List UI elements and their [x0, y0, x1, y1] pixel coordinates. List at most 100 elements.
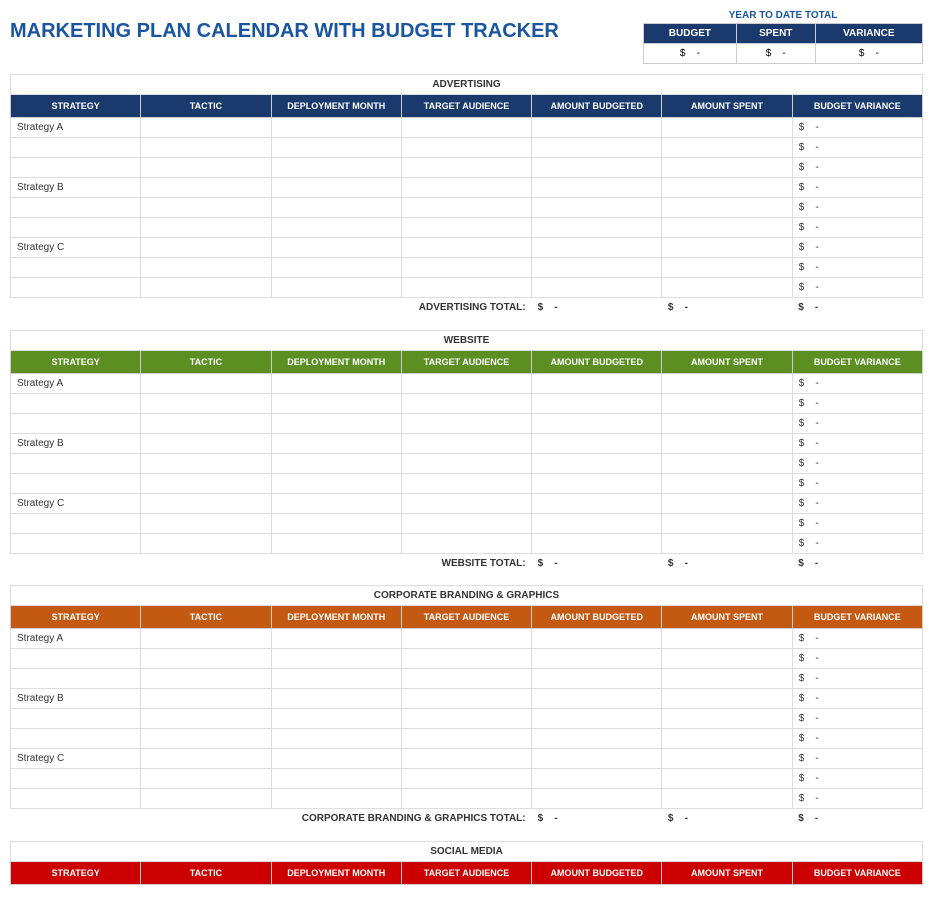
adv-col-spent: AMOUNT SPENT: [662, 95, 792, 118]
advertising-section: ADVERTISING STRATEGY TACTIC DEPLOYMENT M…: [10, 74, 923, 318]
adv-strategyA-row3-strategy[interactable]: [11, 158, 141, 178]
corp-total-label: CORPORATE BRANDING & GRAPHICS TOTAL:: [11, 809, 532, 829]
adv-strategyA-row3-budgeted[interactable]: [532, 158, 662, 178]
adv-strategyC-row3-deployment[interactable]: [271, 278, 401, 298]
table-row: $ -: [11, 729, 923, 749]
adv-strategyC-row3-variance: $ -: [792, 278, 922, 298]
table-row: $ -: [11, 393, 923, 413]
adv-strategyB-row3-strategy[interactable]: [11, 218, 141, 238]
adv-strategyB-row2-spent[interactable]: [662, 198, 792, 218]
web-col-spent: AMOUNT SPENT: [662, 350, 792, 373]
page-title: MARKETING PLAN CALENDAR WITH BUDGET TRAC…: [10, 10, 559, 43]
adv-strategyB-row3-variance: $ -: [792, 218, 922, 238]
table-row: $ -: [11, 709, 923, 729]
table-row: Strategy B $ -: [11, 689, 923, 709]
adv-strategyC-row3-spent[interactable]: [662, 278, 792, 298]
adv-strategyA-row1-strategy: Strategy A: [11, 118, 141, 138]
ytd-spent-header: SPENT: [736, 24, 815, 44]
table-row: $ -: [11, 413, 923, 433]
adv-strategyB-row3-tactic[interactable]: [141, 218, 271, 238]
adv-strategyB-row3-target[interactable]: [401, 218, 531, 238]
adv-strategyA-row1-budgeted[interactable]: [532, 118, 662, 138]
adv-total-label: ADVERTISING TOTAL:: [11, 298, 532, 318]
adv-strategyA-row3-tactic[interactable]: [141, 158, 271, 178]
web-col-strategy: STRATEGY: [11, 350, 141, 373]
corp-col-variance: BUDGET VARIANCE: [792, 606, 922, 629]
adv-strategyC-row3-tactic[interactable]: [141, 278, 271, 298]
adv-strategyB-row1-target[interactable]: [401, 178, 531, 198]
adv-strategyC-row3-target[interactable]: [401, 278, 531, 298]
ytd-variance-value: $ -: [815, 44, 922, 64]
soc-col-strategy: STRATEGY: [11, 861, 141, 884]
adv-strategyB-row1-tactic[interactable]: [141, 178, 271, 198]
adv-strategyB-row3-spent[interactable]: [662, 218, 792, 238]
adv-strategyB-row2-tactic[interactable]: [141, 198, 271, 218]
website-section: WEBSITE STRATEGY TACTIC DEPLOYMENT MONTH…: [10, 330, 923, 574]
website-table: WEBSITE STRATEGY TACTIC DEPLOYMENT MONTH…: [10, 330, 923, 574]
ytd-variance-header: VARIANCE: [815, 24, 922, 44]
table-row: Strategy B $ -: [11, 178, 923, 198]
adv-strategyA-row1-spent[interactable]: [662, 118, 792, 138]
adv-strategyC-row1-deployment[interactable]: [271, 238, 401, 258]
adv-strategyB-row2-budgeted[interactable]: [532, 198, 662, 218]
adv-strategyC-row1-target[interactable]: [401, 238, 531, 258]
adv-strategyA-row1-variance: $ -: [792, 118, 922, 138]
soc-col-spent: AMOUNT SPENT: [662, 861, 792, 884]
adv-strategyA-row3-spent[interactable]: [662, 158, 792, 178]
adv-strategyA-row2-deployment[interactable]: [271, 138, 401, 158]
website-total-row: WEBSITE TOTAL: $ - $ - $ -: [11, 553, 923, 573]
adv-strategyC-row1-spent[interactable]: [662, 238, 792, 258]
adv-strategyA-row1-tactic[interactable]: [141, 118, 271, 138]
adv-strategyA-row2-budgeted[interactable]: [532, 138, 662, 158]
adv-strategyC-row3-strategy[interactable]: [11, 278, 141, 298]
adv-strategyB-row1-budgeted[interactable]: [532, 178, 662, 198]
adv-strategyA-row3-deployment[interactable]: [271, 158, 401, 178]
adv-strategyC-row2-strategy[interactable]: [11, 258, 141, 278]
corp-col-deployment: DEPLOYMENT MONTH: [271, 606, 401, 629]
adv-strategyB-row1-variance: $ -: [792, 178, 922, 198]
advertising-title: ADVERTISING: [11, 75, 923, 95]
adv-strategyA-row1-deployment[interactable]: [271, 118, 401, 138]
adv-strategyB-row1-deployment[interactable]: [271, 178, 401, 198]
advertising-table: ADVERTISING STRATEGY TACTIC DEPLOYMENT M…: [10, 74, 923, 318]
adv-strategyA-row3-target[interactable]: [401, 158, 531, 178]
adv-strategyB-row1-strategy: Strategy B: [11, 178, 141, 198]
adv-strategyB-row2-deployment[interactable]: [271, 198, 401, 218]
adv-strategyB-row1-spent[interactable]: [662, 178, 792, 198]
adv-strategyC-row2-target[interactable]: [401, 258, 531, 278]
adv-total-variance: $ -: [792, 298, 922, 318]
adv-strategyA-row1-target[interactable]: [401, 118, 531, 138]
adv-col-strategy: STRATEGY: [11, 95, 141, 118]
table-row: $ -: [11, 513, 923, 533]
corp-col-spent: AMOUNT SPENT: [662, 606, 792, 629]
adv-strategyB-row2-target[interactable]: [401, 198, 531, 218]
table-row: Strategy B $ -: [11, 433, 923, 453]
adv-strategyC-row2-budgeted[interactable]: [532, 258, 662, 278]
website-title: WEBSITE: [11, 330, 923, 350]
adv-strategyA-row2-tactic[interactable]: [141, 138, 271, 158]
web-strategyC-row1-strategy: Strategy C: [11, 493, 141, 513]
adv-strategyB-row2-strategy[interactable]: [11, 198, 141, 218]
corp-col-budgeted: AMOUNT BUDGETED: [532, 606, 662, 629]
corporate-title: CORPORATE BRANDING & GRAPHICS: [11, 586, 923, 606]
table-row: $ -: [11, 278, 923, 298]
adv-strategyB-row3-budgeted[interactable]: [532, 218, 662, 238]
table-row: $ -: [11, 649, 923, 669]
adv-strategyB-row3-deployment[interactable]: [271, 218, 401, 238]
adv-strategyC-row1-variance: $ -: [792, 238, 922, 258]
adv-strategyC-row1-tactic[interactable]: [141, 238, 271, 258]
adv-strategyC-row2-tactic[interactable]: [141, 258, 271, 278]
table-row: $ -: [11, 769, 923, 789]
corporate-section: CORPORATE BRANDING & GRAPHICS STRATEGY T…: [10, 585, 923, 829]
social-title: SOCIAL MEDIA: [11, 841, 923, 861]
table-row: $ -: [11, 789, 923, 809]
adv-strategyC-row2-deployment[interactable]: [271, 258, 401, 278]
adv-strategyC-row1-budgeted[interactable]: [532, 238, 662, 258]
adv-strategyA-row2-strategy[interactable]: [11, 138, 141, 158]
adv-strategyA-row2-spent[interactable]: [662, 138, 792, 158]
adv-strategyC-row3-budgeted[interactable]: [532, 278, 662, 298]
adv-total-budget: $ -: [532, 298, 662, 318]
web-strategyB-row1-strategy: Strategy B: [11, 433, 141, 453]
adv-strategyC-row2-spent[interactable]: [662, 258, 792, 278]
adv-strategyA-row2-target[interactable]: [401, 138, 531, 158]
